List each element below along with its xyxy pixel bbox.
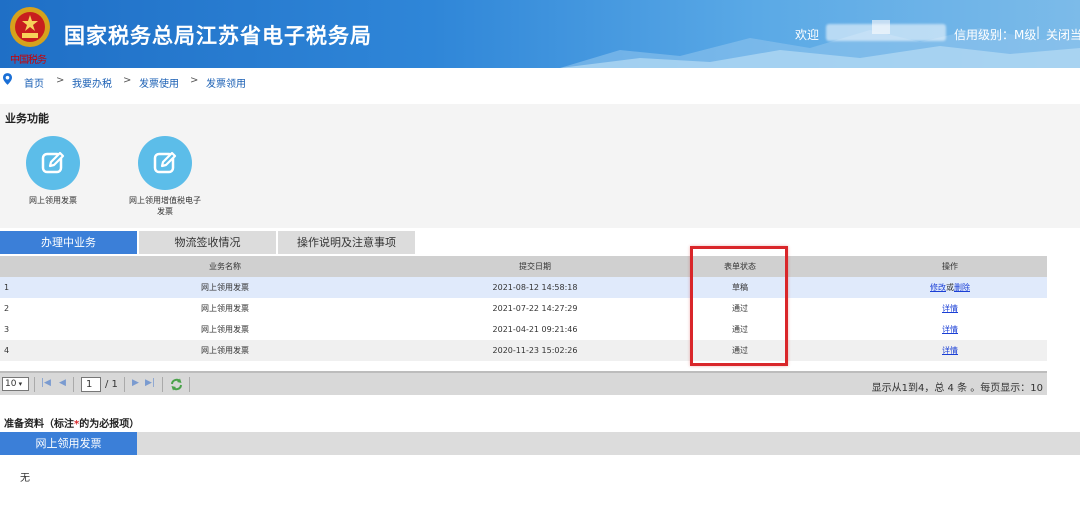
national-emblem-icon [10, 7, 50, 47]
tab-logistics[interactable]: 物流签收情况 [139, 231, 276, 254]
row-index: 3 [4, 325, 10, 334]
breadcrumb-tax-service[interactable]: 我要办税 [72, 75, 112, 90]
prev-page-icon[interactable]: ◀ [59, 378, 66, 388]
table-row[interactable]: 3 网上领用发票 2021-04-21 09:21:46 通过 详情 [0, 319, 1047, 340]
welcome-text: 欢迎 [795, 28, 820, 42]
header-separator: | [1036, 25, 1041, 39]
row-name: 网上领用发票 [201, 325, 249, 334]
details-link[interactable]: 详情 [942, 325, 958, 334]
prep-title-prefix: 准备资料（标注 [4, 419, 74, 430]
edit-link[interactable]: 修改 [930, 283, 946, 292]
row-date: 2021-04-21 09:21:46 [492, 325, 578, 334]
page-size-select[interactable]: 10 ▾ [2, 377, 29, 391]
breadcrumb-home[interactable]: 首页 [24, 75, 44, 90]
business-table: 业务名称 提交日期 表单状态 操作 1 网上领用发票 2021-08-12 14… [0, 256, 1047, 361]
edit-icon [26, 136, 80, 190]
first-page-icon[interactable]: |◀ [41, 378, 51, 388]
prep-title-suffix: 的为必报项） [79, 419, 140, 430]
next-page-icon[interactable]: ▶ [132, 378, 139, 388]
table-row[interactable]: 1 网上领用发票 2021-08-12 14:58:18 草稿 修改或删除 [0, 277, 1047, 298]
column-header-date: 提交日期 [519, 262, 551, 271]
details-link[interactable]: 详情 [942, 346, 958, 355]
pagination-info: 显示从1到4，总 4 条 。每页显示：10 [871, 383, 1043, 394]
business-tabs: 办理中业务 物流签收情况 操作说明及注意事项 [0, 231, 1080, 254]
tab-online-invoice[interactable]: 网上领用发票 [0, 432, 137, 455]
breadcrumb-invoice-claim: 发票领用 [206, 79, 246, 90]
breadcrumb-separator: > [190, 75, 199, 86]
credit-level: 信用级别：M级 [954, 28, 1037, 42]
total-pages: / 1 [105, 379, 118, 390]
pager-divider [189, 377, 190, 392]
row-date: 2020-11-23 15:02:26 [492, 346, 578, 355]
emblem-caption: 中国税务 [10, 55, 47, 66]
close-link[interactable]: 关闭当 [1046, 26, 1080, 43]
table-row[interactable]: 2 网上领用发票 2021-07-22 14:27:29 通过 详情 [0, 298, 1047, 319]
breadcrumb-separator: > [56, 75, 65, 86]
prep-materials-title: 准备资料（标注*的为必报项） [4, 415, 139, 430]
row-index: 4 [4, 346, 10, 355]
page-number-input[interactable]: 1 [81, 377, 101, 392]
row-operations: 修改或删除 [900, 277, 1000, 298]
row-name: 网上领用发票 [201, 346, 249, 355]
details-link[interactable]: 详情 [942, 304, 958, 313]
row-index: 2 [4, 304, 10, 313]
pager-divider [73, 377, 74, 392]
tab-in-progress[interactable]: 办理中业务 [0, 231, 137, 254]
pagination-bar: 10 ▾ |◀ ◀ 1 / 1 ▶ ▶| 显示从1到4，总 4 条 。每页显示：… [0, 371, 1047, 395]
function-online-invoice[interactable]: 网上领用发票 [13, 136, 93, 206]
prep-tabs: 网上领用发票 [0, 432, 1080, 455]
or-text: 或 [946, 283, 954, 292]
last-page-icon[interactable]: ▶| [145, 378, 155, 388]
function-online-vat-e-invoice[interactable]: 网上领用增值税电子发票 [125, 136, 205, 217]
breadcrumb-separator: > [123, 75, 132, 86]
breadcrumb: 首页 > 我要办税 > 发票使用 > 发票领用 [0, 68, 1080, 92]
row-operations: 详情 [900, 319, 1000, 340]
breadcrumb-invoice-use[interactable]: 发票使用 [139, 75, 179, 90]
delete-link[interactable]: 删除 [954, 283, 970, 292]
top-banner: 中国税务 国家税务总局江苏省电子税务局 欢迎 信用级别：M级 | 关闭当 [0, 0, 1080, 68]
row-date: 2021-07-22 14:27:29 [492, 304, 578, 313]
prep-content-text: 无 [20, 473, 30, 484]
business-functions-title: 业务功能 [5, 112, 49, 125]
function-label: 网上领用增值税电子发票 [129, 196, 201, 216]
row-index: 1 [4, 283, 10, 292]
function-label: 网上领用发票 [29, 196, 77, 205]
location-pin-icon [3, 73, 12, 85]
refresh-icon[interactable] [170, 378, 183, 391]
site-title: 国家税务总局江苏省电子税务局 [64, 24, 372, 48]
row-date: 2021-08-12 14:58:18 [492, 283, 578, 292]
row-name: 网上领用发票 [201, 304, 249, 313]
column-header-name: 业务名称 [209, 262, 241, 271]
table-header-row: 业务名称 提交日期 表单状态 操作 [0, 256, 1047, 277]
page-size-value: 10 [5, 379, 17, 389]
column-header-operation: 操作 [942, 262, 958, 271]
row-operations: 详情 [900, 340, 1000, 361]
tab-instructions[interactable]: 操作说明及注意事项 [278, 231, 415, 254]
edit-icon [138, 136, 192, 190]
status-highlight-box [690, 246, 788, 366]
pager-divider [124, 377, 125, 392]
pager-divider [34, 377, 35, 392]
business-functions-panel: 业务功能 网上领用发票 网上领用增值税电子发票 [0, 104, 1080, 228]
pager-divider [162, 377, 163, 392]
table-row[interactable]: 4 网上领用发票 2020-11-23 15:02:26 通过 详情 [0, 340, 1047, 361]
username-redacted [826, 24, 946, 41]
row-operations: 详情 [900, 298, 1000, 319]
row-name: 网上领用发票 [201, 283, 249, 292]
